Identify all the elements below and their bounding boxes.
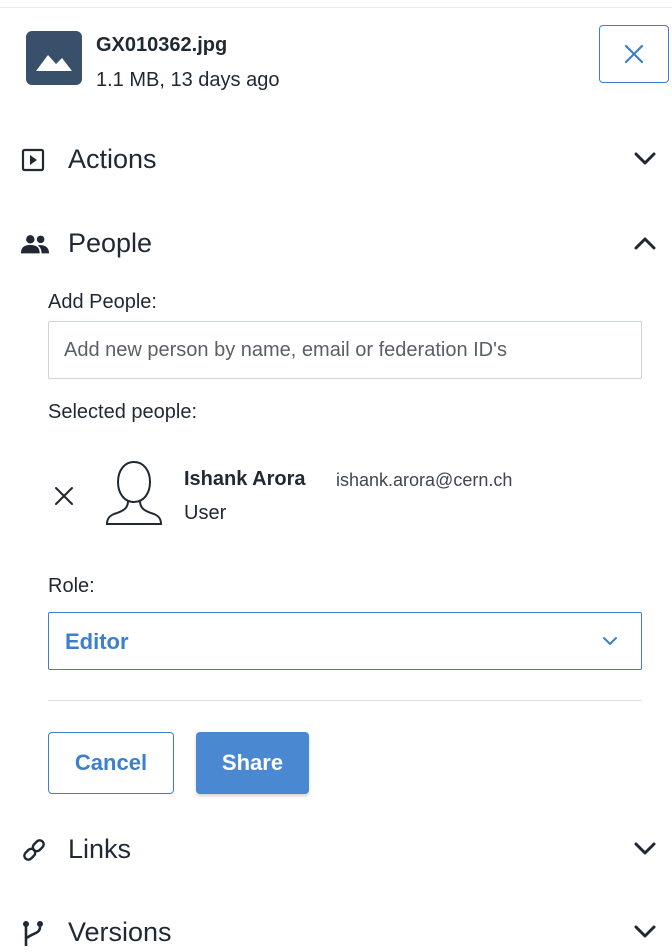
people-icon	[20, 231, 50, 257]
role-select-value: Editor	[65, 629, 129, 654]
person-email: ishank.arora@cern.ch	[336, 470, 513, 490]
section-links-label: Links	[68, 834, 132, 864]
share-button[interactable]: Share	[196, 732, 309, 794]
person-name: Ishank Arora	[184, 468, 306, 490]
section-actions-label: Actions	[68, 144, 157, 174]
selected-people-label: Selected people:	[48, 401, 198, 423]
add-people-input[interactable]	[48, 321, 642, 379]
chevron-down-icon	[634, 152, 656, 165]
file-name: GX010362.jpg	[96, 34, 228, 56]
avatar-icon	[105, 460, 163, 525]
chevron-down-icon	[634, 925, 656, 938]
role-label: Role:	[48, 575, 95, 597]
chevron-up-icon	[634, 237, 656, 250]
section-versions[interactable]: Versions	[0, 912, 672, 952]
play-square-icon	[20, 147, 50, 173]
file-header: GX010362.jpg 1.1 MB, 13 days ago	[26, 25, 672, 91]
top-divider	[0, 7, 672, 8]
close-button[interactable]	[599, 25, 669, 83]
close-icon	[624, 44, 644, 64]
image-icon	[26, 31, 82, 85]
section-versions-label: Versions	[68, 917, 172, 947]
link-icon	[20, 837, 50, 863]
section-people[interactable]: People	[0, 223, 672, 263]
file-meta: 1.1 MB, 13 days ago	[96, 69, 280, 91]
role-select[interactable]: Editor	[48, 612, 642, 670]
chevron-down-icon	[603, 637, 617, 645]
selected-person-row: Ishank Arora ishank.arora@cern.ch User	[48, 458, 648, 530]
add-people-label: Add People:	[48, 291, 157, 313]
remove-person-icon[interactable]	[52, 484, 76, 508]
section-actions[interactable]: Actions	[0, 139, 672, 179]
person-type: User	[184, 502, 227, 524]
cancel-button[interactable]: Cancel	[48, 732, 174, 794]
branch-icon	[20, 920, 50, 946]
chevron-down-icon	[634, 842, 656, 855]
divider	[48, 700, 642, 701]
section-links[interactable]: Links	[0, 829, 672, 869]
section-people-label: People	[68, 228, 153, 258]
